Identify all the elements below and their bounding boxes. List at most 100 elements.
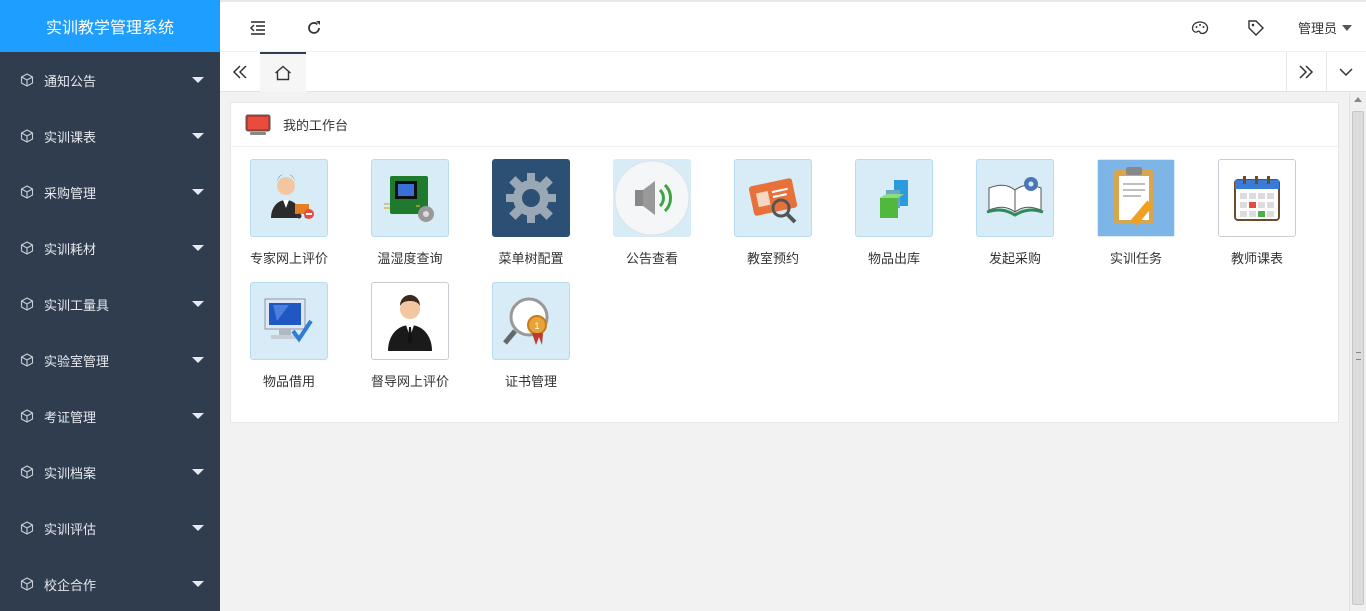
shortcut-tile[interactable]: 温湿度查询 — [360, 159, 460, 267]
caret-down-icon — [192, 525, 204, 531]
sidebar-item-label: 实训工量具 — [44, 298, 110, 314]
shortcut-tile[interactable]: 教师课表 — [1207, 159, 1307, 267]
sidebar-item[interactable]: 实训评估 — [0, 500, 220, 556]
sidebar-item[interactable]: 实训耗材 — [0, 220, 220, 276]
chevron-down-icon — [1342, 24, 1352, 31]
main-content: 我的工作台 专家网上评价 温湿度查询 菜单树配置 公告查看 教室预约 物品出库 发起采购 实训… — [220, 93, 1349, 611]
sidebar-item-label: 实验室管理 — [44, 354, 110, 370]
top-header: 管理员 — [220, 0, 1366, 52]
sidebar-item-label: 实训耗材 — [44, 242, 97, 258]
sidebar-item[interactable]: 实训档案 — [0, 444, 220, 500]
shortcut-label: 专家网上评价 — [249, 252, 328, 267]
shortcut-tile[interactable]: 教室预约 — [723, 159, 823, 267]
shortcut-label: 菜单树配置 — [498, 252, 564, 267]
sidebar-item-label: 采购管理 — [44, 186, 97, 202]
clipboard-icon — [1097, 159, 1175, 237]
chip-icon — [371, 159, 449, 237]
theme-button[interactable] — [1186, 14, 1214, 42]
shortcut-label: 温湿度查询 — [377, 252, 443, 267]
workspace-panel: 我的工作台 专家网上评价 温湿度查询 菜单树配置 公告查看 教室预约 物品出库 发起采购 实训… — [230, 102, 1339, 423]
sidebar-item[interactable]: 考证管理 — [0, 388, 220, 444]
cube-icon — [20, 241, 34, 255]
palette-icon — [1191, 21, 1209, 35]
calendar-icon — [1218, 159, 1296, 237]
shortcut-tile[interactable]: 公告查看 — [602, 159, 702, 267]
shortcut-label: 督导网上评价 — [370, 375, 449, 390]
sidebar-item[interactable]: 校企合作 — [0, 556, 220, 611]
caret-down-icon — [192, 301, 204, 307]
scrollbar-thumb[interactable] — [1352, 111, 1364, 605]
double-chevron-left-icon — [232, 65, 247, 79]
shortcut-label: 证书管理 — [504, 375, 557, 390]
cube-icon — [20, 73, 34, 87]
panel-header: 我的工作台 — [231, 103, 1338, 147]
cube-icon — [20, 129, 34, 143]
cube-icon — [20, 577, 34, 591]
user-menu[interactable]: 管理员 — [1298, 18, 1352, 37]
cube-icon — [20, 297, 34, 311]
collapse-sidebar-button[interactable] — [244, 14, 272, 42]
shortcut-tile[interactable]: 1 证书管理 — [481, 282, 581, 390]
panel-title: 我的工作台 — [283, 119, 349, 134]
tag-icon — [1248, 20, 1264, 36]
cube-icon — [20, 353, 34, 367]
refresh-button[interactable] — [300, 14, 328, 42]
sidebar-item[interactable]: 实训课表 — [0, 108, 220, 164]
shortcut-tile[interactable]: 菜单树配置 — [481, 159, 581, 267]
speaker-icon — [613, 159, 691, 237]
sidebar: 实训教学管理系统 通知公告 实训课表采购管理实训耗材实训工量具实验室管理考证管理实… — [0, 0, 220, 611]
book-gear-icon — [976, 159, 1054, 237]
sidebar-item[interactable]: 实验室管理 — [0, 332, 220, 388]
cube-icon — [20, 409, 34, 423]
shortcut-tile[interactable]: 实训任务 — [1086, 159, 1186, 267]
svg-text:1: 1 — [534, 321, 539, 331]
sidebar-item-label: 考证管理 — [44, 410, 97, 426]
tabs-bar — [220, 52, 1366, 92]
cube-icon — [20, 185, 34, 199]
caret-down-icon — [192, 413, 204, 419]
shortcut-tile[interactable]: 督导网上评价 — [360, 282, 460, 390]
caret-down-icon — [192, 357, 204, 363]
caret-down-icon — [192, 189, 204, 195]
menu-collapse-icon — [249, 21, 265, 35]
caret-down-icon — [192, 133, 204, 139]
shortcut-tile[interactable]: 发起采购 — [965, 159, 1065, 267]
cube-icon — [20, 521, 34, 535]
shortcut-label: 物品借用 — [262, 375, 315, 390]
shortcut-tile[interactable]: 物品借用 — [239, 282, 339, 390]
app-title: 实训教学管理系统 — [0, 0, 220, 52]
sidebar-item[interactable]: 实训工量具 — [0, 276, 220, 332]
shortcut-label: 物品出库 — [867, 252, 920, 267]
sidebar-item-label: 校企合作 — [44, 578, 97, 594]
shortcut-label: 公告查看 — [625, 252, 678, 267]
sidebar-item[interactable]: 通知公告 — [0, 52, 220, 108]
tag-button[interactable] — [1242, 14, 1270, 42]
home-icon — [275, 65, 291, 81]
tabs-scroll-right-button[interactable] — [1286, 52, 1326, 92]
blocks-icon — [855, 159, 933, 237]
tab-home[interactable] — [260, 52, 306, 92]
monitor-check-icon — [250, 282, 328, 360]
sidebar-item-label: 实训档案 — [44, 466, 97, 482]
caret-down-icon — [192, 469, 204, 475]
scroll-up-arrow-icon[interactable] — [1354, 97, 1362, 102]
caret-down-icon — [192, 245, 204, 251]
medal-magnifier-icon: 1 — [492, 282, 570, 360]
vertical-scrollbar[interactable] — [1349, 93, 1366, 611]
caret-down-icon — [192, 581, 204, 587]
chevron-down-icon — [1339, 68, 1353, 77]
shortcut-label: 发起采购 — [988, 252, 1041, 267]
shortcut-label: 教师课表 — [1230, 252, 1283, 267]
shortcut-label: 实训任务 — [1109, 252, 1162, 267]
sidebar-item[interactable]: 采购管理 — [0, 164, 220, 220]
supervisor-icon — [371, 282, 449, 360]
tabs-menu-button[interactable] — [1326, 52, 1366, 92]
shortcut-tile[interactable]: 物品出库 — [844, 159, 944, 267]
tabs-scroll-left-button[interactable] — [220, 52, 260, 92]
refresh-icon — [308, 21, 320, 34]
shortcut-tile[interactable]: 专家网上评价 — [239, 159, 339, 267]
cube-icon — [20, 465, 34, 479]
grip-icon — [1356, 352, 1361, 360]
gear-icon — [492, 159, 570, 237]
double-chevron-right-icon — [1299, 65, 1314, 79]
